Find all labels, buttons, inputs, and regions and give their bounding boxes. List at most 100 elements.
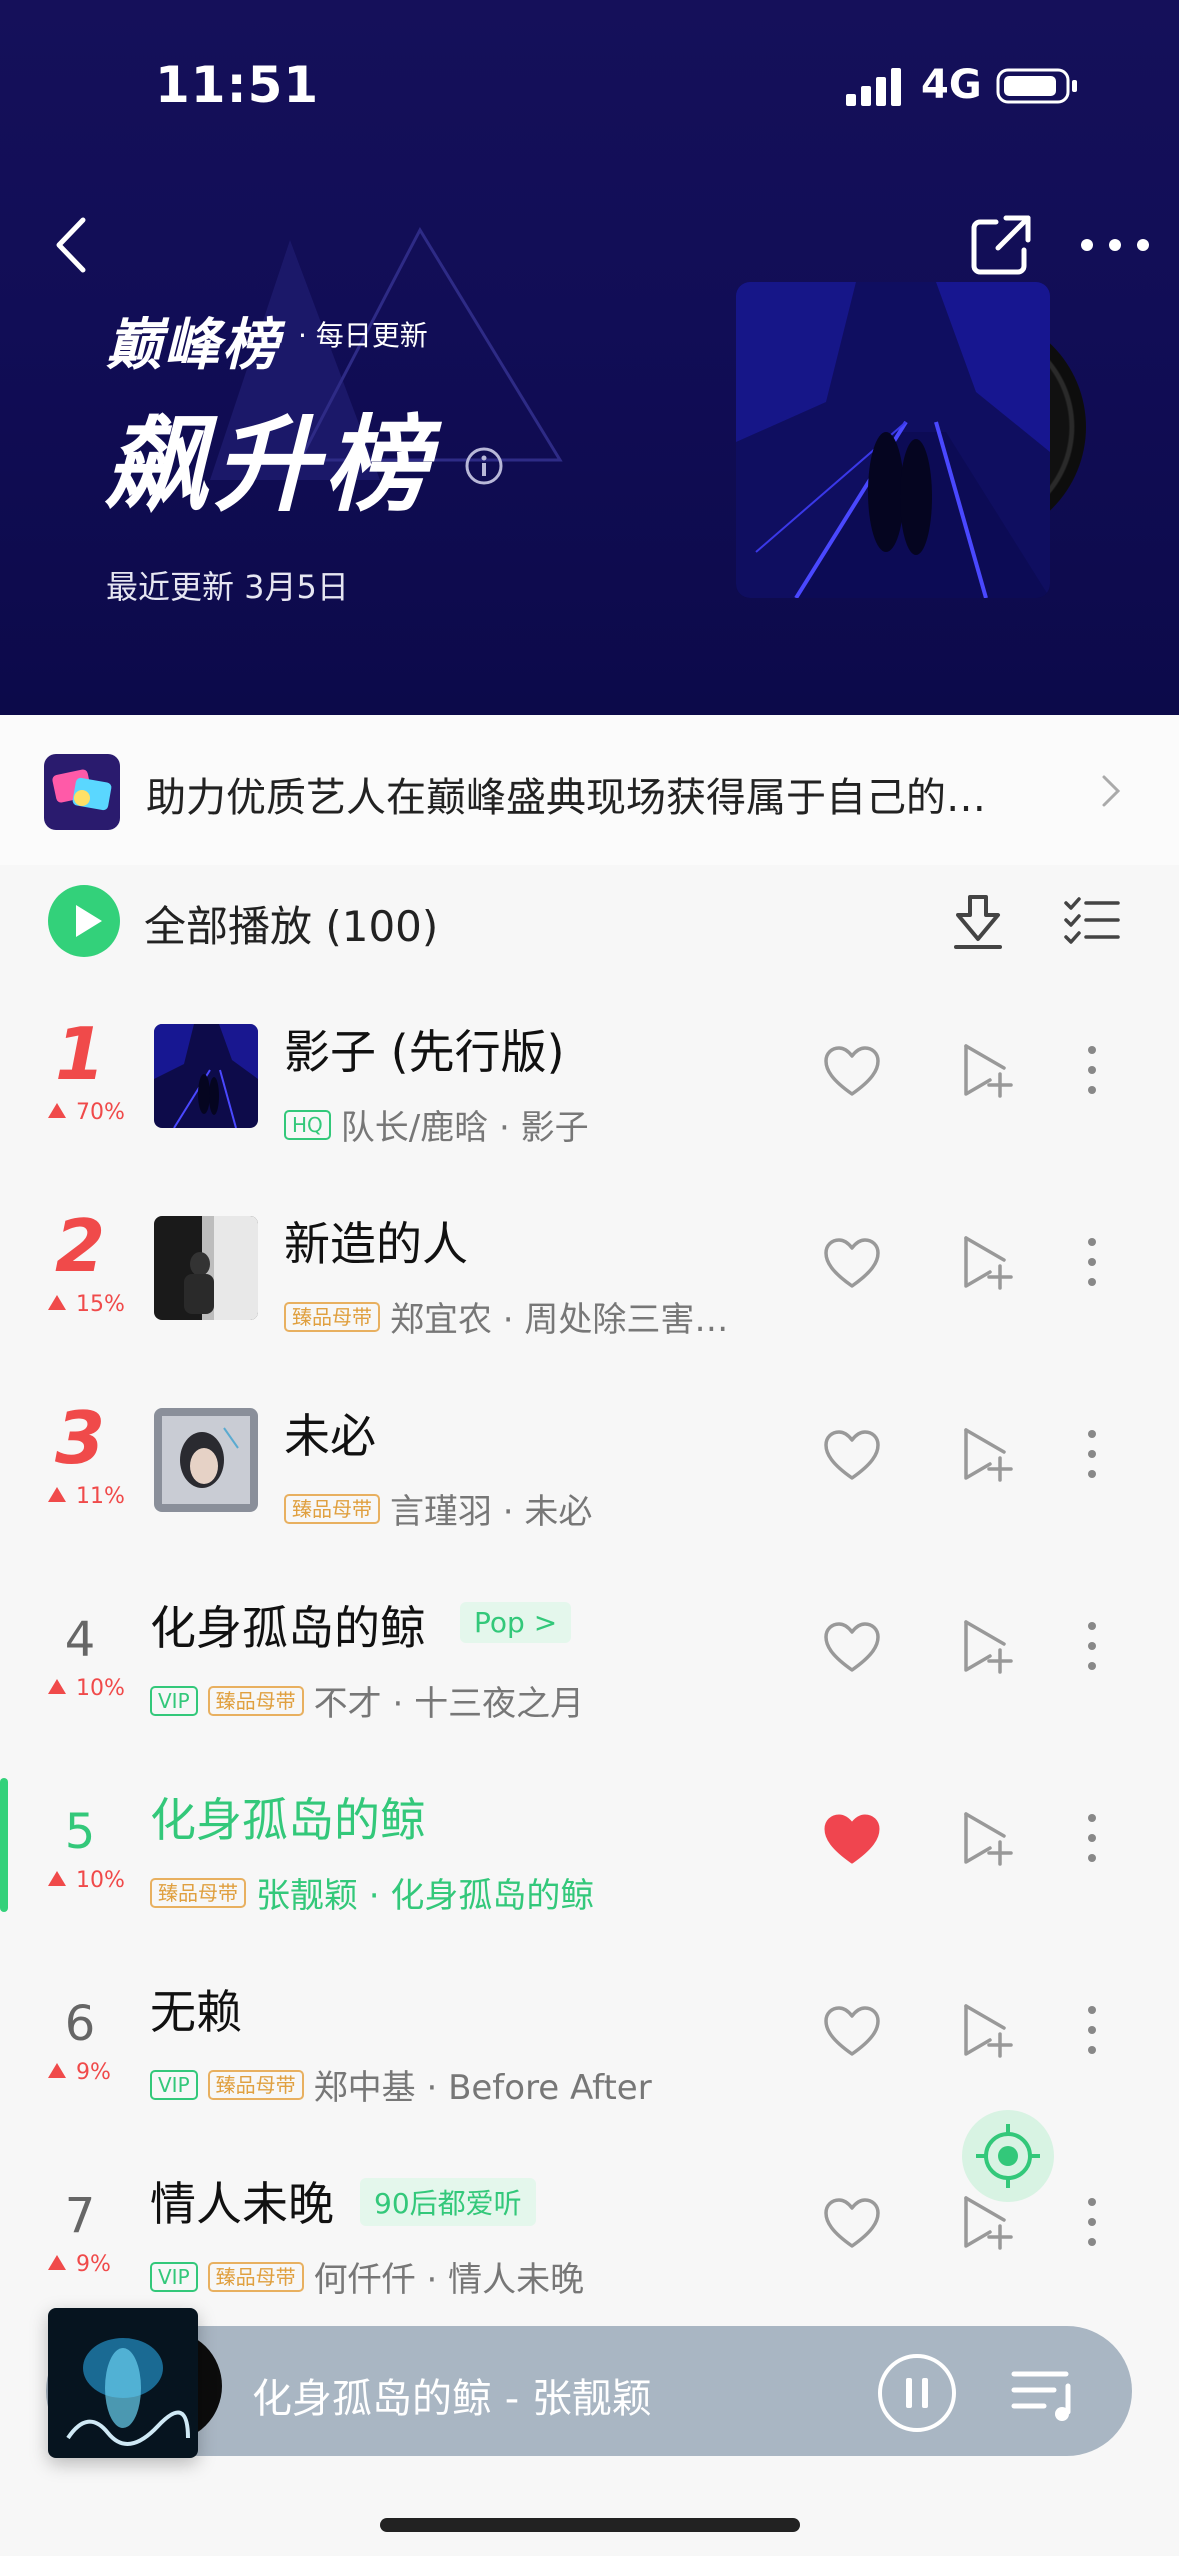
- song-meta: VIP 臻品母带 不才 · 十三夜之月: [150, 1676, 584, 1725]
- song-meta: 臻品母带 郑宜农 · 周处除三害…: [284, 1292, 728, 1341]
- song-title: 新造的人: [284, 1217, 468, 1271]
- more-vertical-icon[interactable]: [1080, 2000, 1104, 2060]
- status-time: 11:51: [155, 56, 320, 114]
- now-playing-cover[interactable]: [48, 2308, 198, 2458]
- song-cover: [154, 1024, 258, 1128]
- queue-icon[interactable]: [1010, 2364, 1080, 2424]
- more-vertical-icon[interactable]: [1080, 1040, 1104, 1100]
- genre-tag[interactable]: Pop >: [460, 1602, 572, 1643]
- song-artist-album: 不才 · 十三夜之月: [313, 1684, 585, 1724]
- song-cover: [154, 1408, 258, 1512]
- song-row[interactable]: 2 15% 新造的人 臻品母带 郑宜农 · 周处除三害…: [0, 1192, 1179, 1384]
- song-title: 未必: [284, 1409, 376, 1463]
- song-title: 化身孤岛的鲸: [150, 1601, 426, 1655]
- add-to-playlist-icon[interactable]: [960, 1232, 1014, 1292]
- song-row[interactable]: 4 10% 化身孤岛的鲸 Pop > VIP 臻品母带 不才 · 十三夜之月: [0, 1576, 1179, 1768]
- song-meta: 臻品母带 张靓颖 · 化身孤岛的鲸: [150, 1868, 594, 1917]
- info-icon[interactable]: [464, 446, 504, 486]
- promo-icon: [44, 754, 120, 830]
- add-to-playlist-icon[interactable]: [960, 2000, 1014, 2060]
- promo-text: 助力优质艺人在巅峰盛典现场获得属于自己的…: [146, 775, 986, 821]
- now-playing-indicator: [0, 1778, 8, 1912]
- rank-change: 70%: [48, 1100, 125, 1125]
- rank-change: 9%: [48, 2252, 111, 2277]
- heart-icon[interactable]: [822, 1236, 882, 1292]
- chart-cover: [736, 282, 1096, 598]
- hq-badge: HQ: [284, 1109, 331, 1140]
- song-artist-album: 张靓颖 · 化身孤岛的鲸: [256, 1876, 595, 1916]
- song-title: 影子 (先行版): [284, 1025, 565, 1079]
- master-tape-badge: 臻品母带: [150, 1877, 246, 1908]
- vip-badge: VIP: [150, 2069, 198, 2100]
- locate-playing-button[interactable]: [962, 2110, 1054, 2202]
- pause-icon[interactable]: [876, 2352, 958, 2434]
- master-tape-badge: 臻品母带: [207, 2069, 304, 2100]
- add-to-playlist-icon[interactable]: [960, 1616, 1014, 1676]
- song-rank: 1: [54, 1012, 106, 1096]
- heart-icon[interactable]: [822, 2196, 882, 2252]
- song-title: 无赖: [150, 1985, 242, 2039]
- song-meta: VIP 臻品母带 何仟仟 · 情人未晚: [150, 2252, 584, 2301]
- song-artist-album: 郑宜农 · 周处除三害…: [390, 1300, 729, 1340]
- rank-change: 9%: [48, 2060, 111, 2085]
- play-all-bar: 全部播放 (100): [0, 865, 1179, 985]
- song-row-now-playing[interactable]: 5 10% 化身孤岛的鲸 臻品母带 张靓颖 · 化身孤岛的鲸: [0, 1768, 1179, 1960]
- heart-icon[interactable]: [822, 2004, 882, 2060]
- chart-update-frequency: · 每日更新: [298, 319, 428, 352]
- more-vertical-icon[interactable]: [1080, 2192, 1104, 2252]
- song-artist-album: 郑中基 · Before After: [313, 2068, 652, 2108]
- song-row[interactable]: 3 11% 未必 臻品母带 言瑾羽 · 未必: [0, 1384, 1179, 1576]
- master-tape-badge: 臻品母带: [207, 2261, 304, 2292]
- song-rank: 5: [64, 1804, 96, 1860]
- add-to-playlist-icon[interactable]: [960, 1808, 1014, 1868]
- song-artist-album: 言瑾羽 · 未必: [390, 1492, 593, 1532]
- play-all-label[interactable]: 全部播放 (100): [144, 893, 438, 954]
- more-vertical-icon[interactable]: [1080, 1232, 1104, 1292]
- network-type: 4G: [921, 62, 982, 108]
- last-updated: 最近更新 3月5日: [106, 568, 349, 606]
- genre-tag[interactable]: 90后都爱听: [360, 2178, 536, 2226]
- master-tape-badge: 臻品母带: [207, 1685, 304, 1716]
- master-tape-badge: 臻品母带: [284, 1301, 380, 1332]
- song-rank: 3: [54, 1396, 106, 1480]
- add-to-playlist-icon[interactable]: [960, 1040, 1014, 1100]
- status-bar: 11:51 4G: [0, 0, 1179, 150]
- heart-icon[interactable]: [822, 1044, 882, 1100]
- song-artist-album: 队长/鹿晗 · 影子: [340, 1108, 589, 1148]
- play-all-button[interactable]: [48, 885, 120, 957]
- song-rank: 7: [64, 2188, 96, 2244]
- song-meta: VIP 臻品母带 郑中基 · Before After: [150, 2060, 652, 2109]
- heart-icon[interactable]: [822, 1428, 882, 1484]
- rank-change: 15%: [48, 1292, 125, 1317]
- battery-icon: [996, 68, 1077, 104]
- more-vertical-icon[interactable]: [1080, 1616, 1104, 1676]
- song-title: 化身孤岛的鲸: [150, 1793, 426, 1847]
- song-cover: [154, 1216, 258, 1320]
- song-meta: HQ 队长/鹿晗 · 影子: [284, 1100, 589, 1149]
- page-title: 飙升榜: [104, 404, 435, 526]
- song-rank: 4: [64, 1612, 96, 1668]
- share-icon[interactable]: [966, 210, 1036, 280]
- back-arrow-icon[interactable]: [45, 210, 105, 280]
- signal-icon: [846, 68, 901, 106]
- vip-badge: VIP: [150, 2261, 198, 2292]
- song-row[interactable]: 1 70% 影子 (先行版) HQ 队长/鹿晗 · 影子: [0, 1000, 1179, 1192]
- rank-change: 11%: [48, 1484, 125, 1509]
- heart-filled-icon[interactable]: [822, 1812, 882, 1868]
- more-vertical-icon[interactable]: [1080, 1808, 1104, 1868]
- heart-icon[interactable]: [822, 1620, 882, 1676]
- more-icon[interactable]: [1075, 220, 1155, 270]
- song-meta: 臻品母带 言瑾羽 · 未必: [284, 1484, 592, 1533]
- add-to-playlist-icon[interactable]: [960, 1424, 1014, 1484]
- promo-banner[interactable]: 助力优质艺人在巅峰盛典现场获得属于自己的…: [0, 715, 1179, 865]
- rank-change: 10%: [48, 1868, 125, 1893]
- chart-brand: 巅峰榜: [106, 313, 280, 378]
- song-rank: 2: [54, 1204, 106, 1288]
- song-title: 情人未晚: [150, 2177, 334, 2231]
- multi-select-icon[interactable]: [1064, 895, 1120, 945]
- download-icon[interactable]: [950, 891, 1006, 951]
- now-playing-title: 化身孤岛的鲸 - 张靓颖: [252, 2376, 652, 2422]
- more-vertical-icon[interactable]: [1080, 1424, 1104, 1484]
- locate-icon: [976, 2124, 1040, 2188]
- cover-image: [736, 282, 1050, 598]
